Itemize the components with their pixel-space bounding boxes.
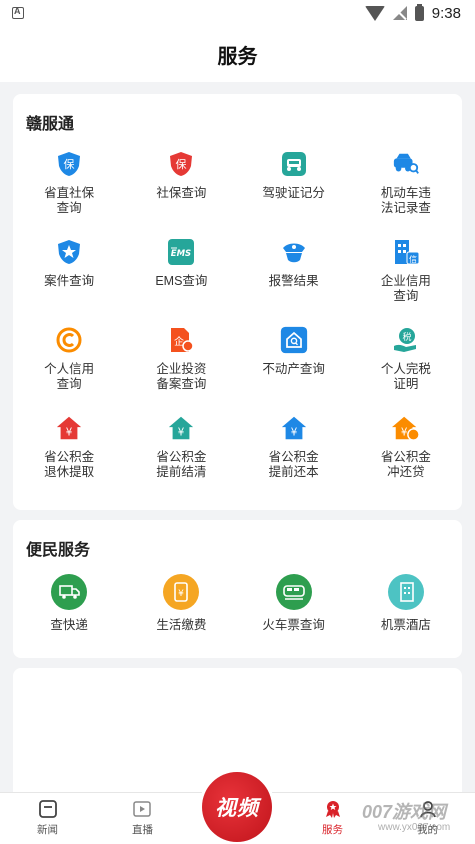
page-title: 服务 (217, 45, 258, 68)
service-item[interactable]: ¥ 省公积金 冲还贷 (350, 410, 462, 498)
service-label: EMS查询 (155, 274, 208, 288)
service-item[interactable]: 信企业信用 查询 (350, 234, 462, 322)
tab-label: 新闻 (37, 824, 58, 836)
service-label: 省公积金 提前还本 (268, 450, 319, 479)
service-label: 生活缴费 (156, 618, 207, 632)
signal-icon (392, 6, 407, 20)
status-bar: 9:38 (0, 0, 475, 26)
service-item[interactable]: ¥ 省公积金 提前还本 (238, 410, 350, 498)
service-label: 火车票查询 (262, 618, 325, 632)
svg-text:¥: ¥ (290, 426, 297, 438)
section-convenience: 便民服务 查快递 ¥ 生活缴费 火车票查询 机票酒店 (13, 520, 462, 658)
service-item[interactable]: EMS EMS查询 (125, 234, 237, 322)
service-item[interactable]: 驾驶证记分 (238, 146, 350, 234)
service-label: 社保查询 (156, 186, 207, 200)
service-label: 个人信用 查询 (44, 362, 95, 391)
service-label: 机票酒店 (380, 618, 431, 632)
car-license-icon (280, 150, 308, 178)
status-time: 9:38 (431, 4, 461, 22)
police-cap-icon (280, 238, 308, 266)
service-item[interactable]: 保省直社保 查询 (13, 146, 125, 234)
service-label: 省公积金 退休提取 (44, 450, 95, 479)
credit-c-icon (55, 326, 83, 354)
service-label: 案件查询 (44, 274, 95, 288)
service-item[interactable]: 保社保查询 (125, 146, 237, 234)
shield-bao-icon: 保 (55, 150, 83, 178)
watermark-url: www.yx007.com (378, 822, 451, 833)
page-header: 服务 (0, 26, 475, 82)
tab-label: 服务 (322, 824, 343, 836)
svg-text:税: 税 (402, 331, 411, 343)
tab-label: 直播 (132, 824, 153, 836)
service-item[interactable]: 查快递 (13, 572, 125, 652)
service-label: 机动车违 法记录查 (380, 186, 431, 215)
car-search-icon (392, 150, 420, 178)
service-item[interactable]: 个人信用 查询 (13, 322, 125, 410)
service-item[interactable]: ¥ 省公积金 提前结清 (125, 410, 237, 498)
house-yuan-green-icon: ¥ (167, 414, 195, 442)
service-label: 省直社保 查询 (44, 186, 95, 215)
section-title: 便民服务 (26, 542, 91, 559)
service-item[interactable]: 案件查询 (13, 234, 125, 322)
house-yuan-blue-icon: ¥ (280, 414, 308, 442)
service-label: 省公积金 冲还贷 (380, 450, 431, 479)
service-label: 不动产查询 (262, 362, 325, 376)
service-item[interactable]: 机动车违 法记录查 (350, 146, 462, 234)
tax-hand-icon: 税 (392, 326, 420, 354)
service-label: 省公积金 提前结清 (156, 450, 207, 479)
service-grid: 查快递 ¥ 生活缴费 火车票查询 机票酒店 (13, 572, 462, 652)
video-center-button[interactable]: 视频 (202, 772, 272, 842)
service-item[interactable]: ¥ 省公积金 退休提取 (13, 410, 125, 498)
house-yuan-orange-icon: ¥ (391, 414, 420, 442)
service-label: 个人完税 证明 (380, 362, 431, 391)
news-icon (38, 800, 57, 818)
building-credit-icon: 信 (392, 238, 420, 266)
svg-text:¥: ¥ (178, 426, 185, 438)
svg-text:保: 保 (176, 157, 187, 171)
delivery-truck-icon (51, 574, 88, 610)
house-search-icon (280, 326, 308, 354)
watermark-text: 007游戏网 (362, 802, 447, 822)
service-item[interactable]: ¥ 生活缴费 (125, 572, 237, 652)
section-title: 赣服通 (26, 116, 75, 133)
service-item[interactable]: 税个人完税 证明 (350, 322, 462, 410)
police-badge-icon (55, 238, 83, 266)
phone-yuan-icon: ¥ (163, 574, 200, 610)
house-yuan-red-icon: ¥ (55, 414, 83, 442)
battery-icon (414, 3, 424, 21)
service-grid: 保省直社保 查询保社保查询 驾驶证记分 机动车违 法记录查 案件查询 EMS EMS查询报… (13, 146, 462, 498)
shield-bao-red-icon: 保 (167, 150, 195, 178)
invest-doc-icon: 企 (167, 326, 195, 354)
hotel-building-icon (387, 574, 424, 610)
video-label: 视频 (215, 797, 259, 820)
service-item[interactable]: 机票酒店 (350, 572, 462, 652)
notification-icon (12, 6, 24, 19)
service-label: 驾驶证记分 (262, 186, 325, 200)
service-item[interactable]: 报警结果 (238, 234, 350, 322)
tab-live[interactable]: 直播 (95, 793, 190, 844)
svg-text:EMS: EMS (171, 249, 191, 259)
svg-text:信: 信 (409, 254, 417, 264)
train-icon (275, 574, 312, 610)
service-label: 报警结果 (268, 274, 319, 288)
service-item[interactable]: 企企业投资 备案查询 (125, 322, 237, 410)
service-medal-icon (325, 801, 340, 818)
service-label: 查快递 (50, 618, 88, 632)
live-video-icon (132, 801, 151, 817)
svg-text:¥: ¥ (66, 426, 73, 438)
svg-text:¥: ¥ (401, 426, 408, 438)
service-item[interactable]: 不动产查询 (238, 322, 350, 410)
service-label: 企业信用 查询 (380, 274, 431, 303)
ems-icon: EMS (167, 238, 195, 266)
service-item[interactable]: 火车票查询 (238, 572, 350, 652)
tab-news[interactable]: 新闻 (0, 793, 95, 844)
wifi-icon (364, 5, 385, 21)
svg-text:¥: ¥ (179, 589, 185, 599)
service-label: 企业投资 备案查询 (156, 362, 207, 391)
svg-text:保: 保 (64, 157, 75, 171)
section-ganfutong: 赣服通 保省直社保 查询保社保查询 驾驶证记分 机动车违 法记录查 案件查询 EMS EM… (13, 94, 462, 510)
